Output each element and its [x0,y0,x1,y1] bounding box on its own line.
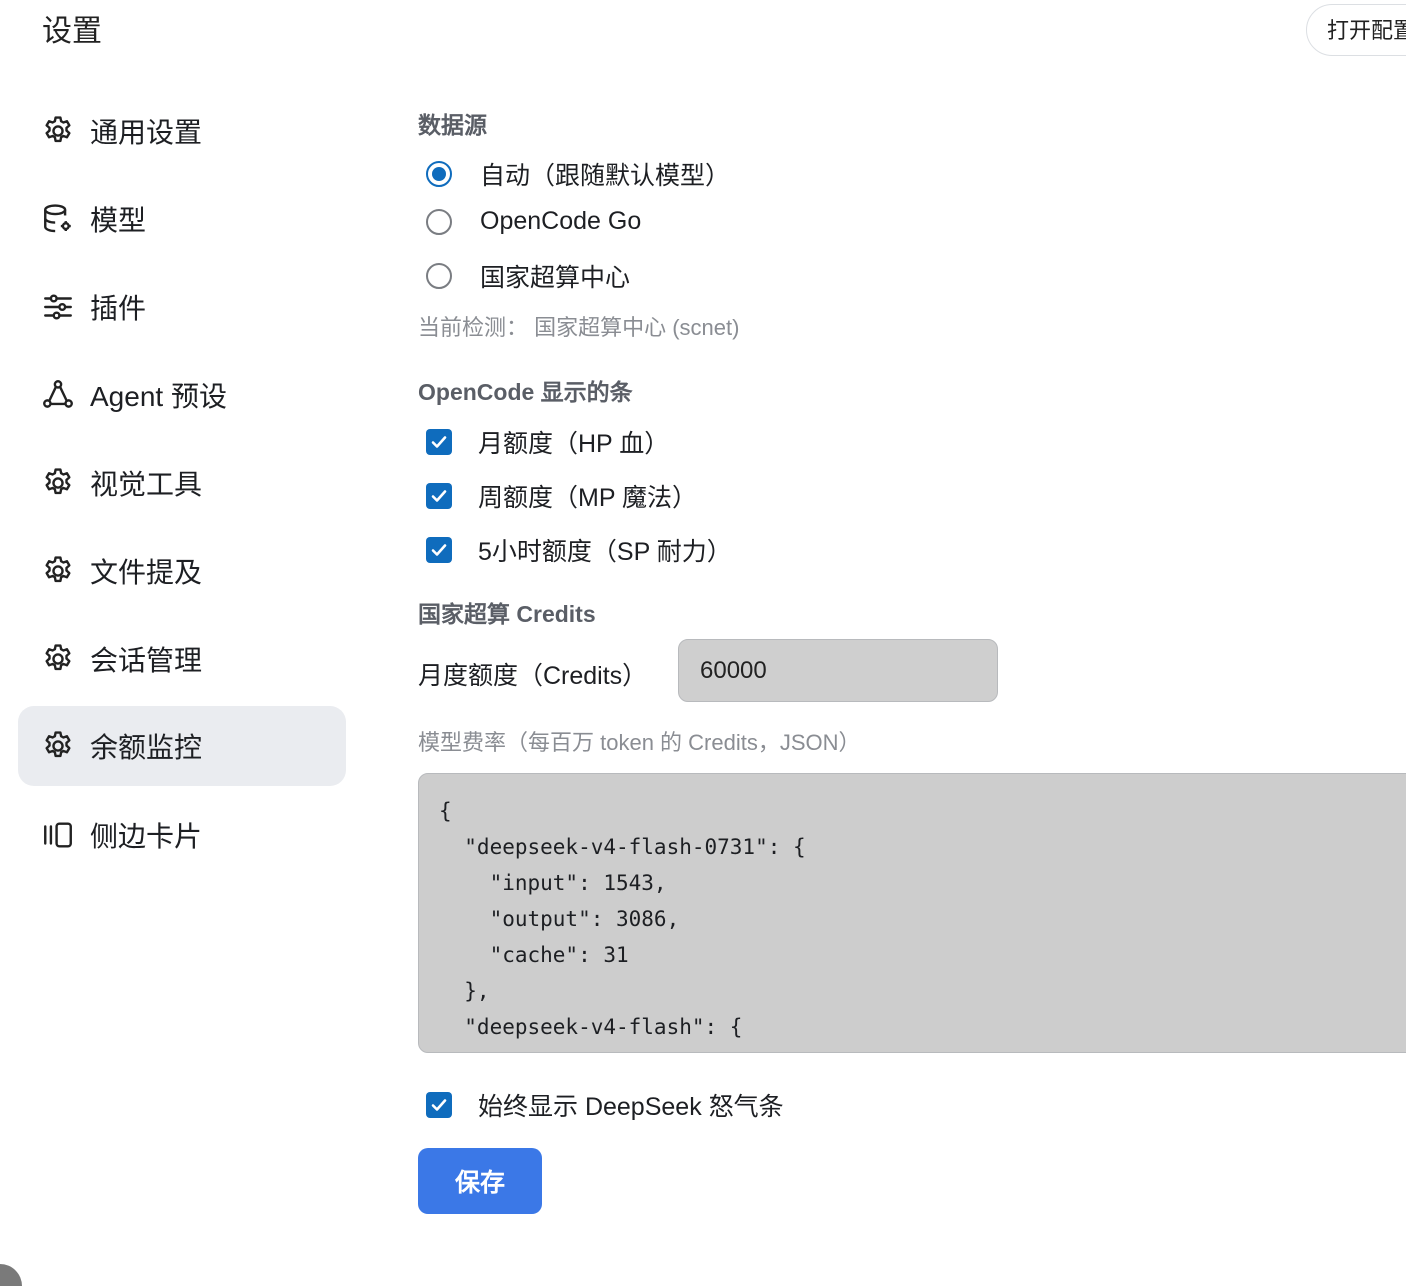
sidebar-item-side-cards[interactable]: 侧边卡片 [18,795,346,875]
datasource-option-auto[interactable]: 自动（跟随默认模型） [426,156,730,192]
sidebar-item-label: 侧边卡片 [90,821,203,852]
gear-icon [40,553,76,589]
monthly-credits-input[interactable] [678,639,998,702]
sidebar-item-general[interactable]: 通用设置 [18,91,346,171]
sidebar-item-label: 通用设置 [90,117,203,148]
gear-icon [40,113,76,149]
model-rates-json-editor[interactable]: { "deepseek-v4-flash-0731": { "input": 1… [418,773,1406,1053]
sidebar-item-label: Agent 预设 [90,381,227,412]
checkbox-checked[interactable] [426,429,452,455]
datasource-option-scnet[interactable]: 国家超算中心 [426,258,630,294]
checkbox-checked[interactable] [426,1092,452,1118]
sidebar-item-label: 文件提及 [90,557,203,588]
datasource-title: 数据源 [418,112,487,138]
monthly-credits-label: 月度额度（Credits） [418,662,648,690]
database-gear-icon [40,201,76,237]
radio-unselected[interactable] [426,208,452,235]
gear-icon [40,641,76,677]
checkmark-icon [431,1099,447,1111]
checkbox-5h-sp[interactable]: 5小时额度（SP 耐力） [426,532,732,568]
save-button[interactable]: 保存 [418,1148,542,1214]
checkbox-deepseek-rage[interactable]: 始终显示 DeepSeek 怒气条 [426,1087,784,1123]
radio-label: 国家超算中心 [480,264,631,292]
sidebar-item-models[interactable]: 模型 [18,179,346,259]
page-title: 设置 [42,15,102,48]
checkbox-checked[interactable] [426,483,452,509]
side-cards-icon [40,817,76,853]
detected-source-text: 当前检测： 国家超算中心 (scnet) [418,315,740,340]
sidebar-item-label: 会话管理 [90,645,203,676]
checkbox-checked[interactable] [426,537,452,563]
sidebar-item-label: 视觉工具 [90,469,203,500]
sidebar-item-label: 余额监控 [90,732,203,763]
scnet-title: 国家超算 Credits [418,601,596,627]
sliders-icon [40,289,76,325]
sidebar-item-balance-monitor[interactable]: 余额监控 [18,706,346,786]
sidebar-item-sessions[interactable]: 会话管理 [18,619,346,699]
checkbox-label: 月额度（HP 血） [478,430,670,458]
checkmark-icon [431,544,447,556]
datasource-option-opencode-go[interactable]: OpenCode Go [426,207,641,236]
opencode-bars-title: OpenCode 显示的条 [418,379,633,405]
radio-label: 自动（跟随默认模型） [480,162,731,190]
sidebar-item-label: 插件 [90,293,147,324]
radio-selected[interactable] [426,161,452,187]
gear-icon [40,465,76,501]
checkmark-icon [431,490,447,502]
radio-label: OpenCode Go [480,207,642,235]
checkbox-label: 5小时额度（SP 耐力） [478,538,732,566]
checkbox-label: 始终显示 DeepSeek 怒气条 [478,1093,784,1121]
open-config-button[interactable]: 打开配置 [1306,4,1406,56]
checkmark-icon [431,436,447,448]
radio-unselected[interactable] [426,263,452,289]
model-rates-label: 模型费率（每百万 token 的 Credits，JSON） [418,730,861,755]
checkbox-weekly-mp[interactable]: 周额度（MP 魔法） [426,478,697,514]
checkbox-monthly-hp[interactable]: 月额度（HP 血） [426,424,669,460]
checkbox-label: 周额度（MP 魔法） [478,484,697,512]
sidebar-item-file-mentions[interactable]: 文件提及 [18,531,346,611]
sidebar-item-plugins[interactable]: 插件 [18,267,346,347]
sidebar-item-agent-presets[interactable]: Agent 预设 [18,355,346,435]
sidebar-item-label: 模型 [90,205,147,236]
window-corner [0,1264,22,1286]
gear-icon [40,728,76,764]
sidebar-item-vision-tools[interactable]: 视觉工具 [18,443,346,523]
agent-network-icon [40,377,76,413]
